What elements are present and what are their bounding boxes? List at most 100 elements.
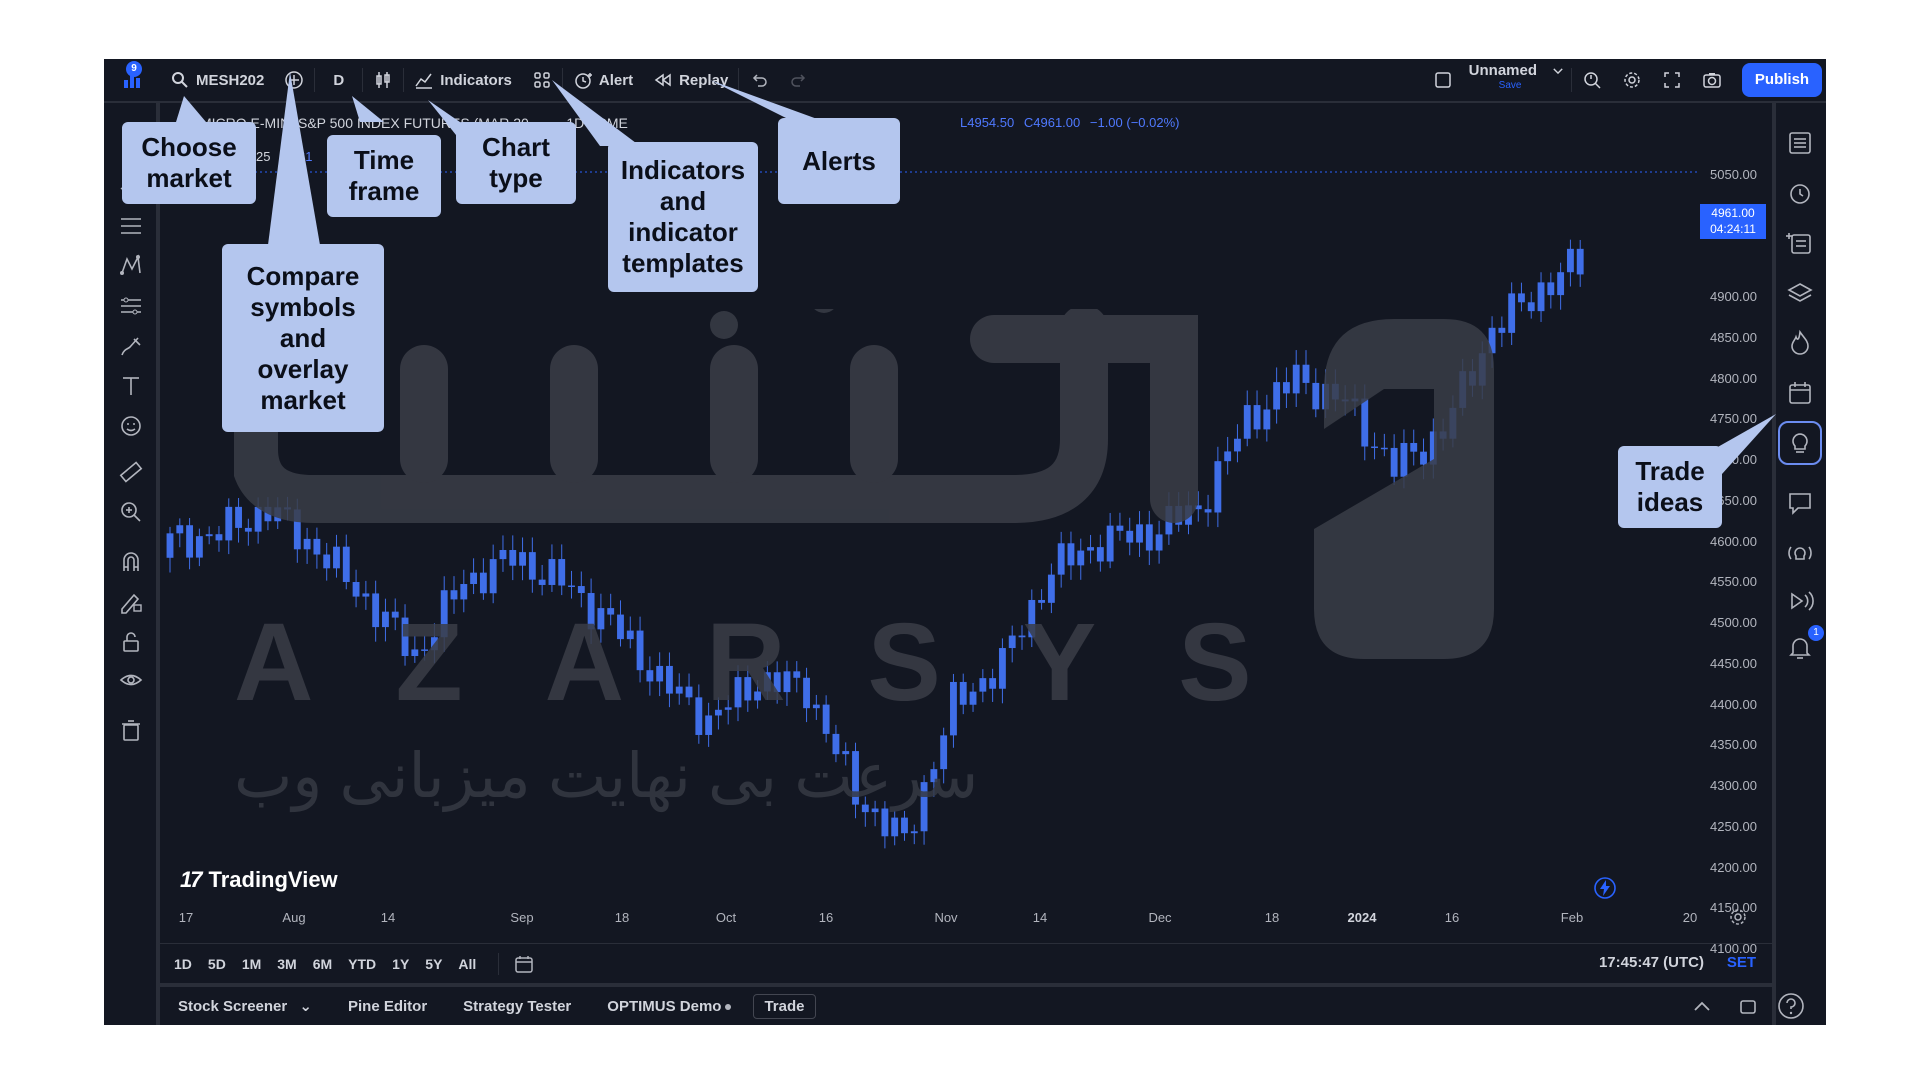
range-3m[interactable]: 3M (269, 956, 304, 972)
layout-checkbox[interactable] (1423, 59, 1463, 101)
settings-button[interactable] (1612, 59, 1652, 101)
range-5y[interactable]: 5Y (417, 956, 450, 972)
ideas-button[interactable] (1778, 421, 1822, 465)
current-price-value: 4961.00 (1711, 206, 1755, 220)
tab-optimus-demo[interactable]: OPTIMUS Demo (589, 998, 749, 1015)
fib-retracement-tool[interactable] (118, 213, 144, 239)
indicators-button[interactable]: Indicators (404, 59, 522, 101)
time-tick-label: 14 (1032, 910, 1048, 925)
forecasting-tool[interactable] (118, 293, 144, 319)
candle-body (1253, 405, 1261, 430)
pattern-tool[interactable] (118, 253, 144, 279)
snapshot-button[interactable] (1692, 59, 1732, 101)
hide-drawings-tool[interactable] (118, 667, 144, 693)
range-6m[interactable]: 6M (305, 956, 340, 972)
lightning-icon[interactable] (1592, 875, 1618, 901)
candle-body (519, 552, 526, 566)
callout-text: Alerts (802, 145, 876, 176)
fullscreen-button[interactable] (1652, 59, 1692, 101)
date-range-bar: 1D 5D 1M 3M 6M YTD 1Y 5Y All 17:45:47 (UTC) SET (160, 943, 1772, 984)
layout-name-button[interactable]: Unnamed Save (1463, 59, 1571, 101)
notifications-button[interactable]: 1 (1786, 625, 1824, 661)
alert-button[interactable]: Alert (563, 59, 643, 101)
lock-drawings-tool[interactable] (118, 629, 144, 655)
tradingview-logo[interactable]: 17 TradingView (180, 867, 338, 893)
icon-tool[interactable] (118, 413, 144, 439)
chats-button[interactable] (1786, 489, 1814, 517)
calendar-button[interactable] (1786, 379, 1814, 407)
candle-body (1322, 383, 1330, 410)
main-menu-button[interactable]: 9 (104, 59, 160, 101)
price-chart-canvas[interactable] (160, 103, 1772, 943)
candle-body (1273, 382, 1281, 410)
layers-button[interactable] (1786, 279, 1814, 307)
indicator-templates-button[interactable] (522, 59, 562, 101)
publish-button[interactable]: Publish (1742, 63, 1822, 97)
remove-drawings-tool[interactable] (118, 717, 144, 743)
interval-button[interactable]: D (315, 59, 362, 101)
hotlists-button[interactable] (1786, 329, 1814, 357)
callout-chart-type: Chart type (456, 122, 576, 204)
price-tick-label: 4450.00 (1710, 655, 1757, 671)
alerts-panel-button[interactable] (1786, 179, 1814, 207)
candle-body (1508, 293, 1516, 333)
callout-text: Chart type (482, 132, 550, 193)
tab-strategy-tester[interactable]: Strategy Tester (445, 998, 589, 1015)
candle-body (235, 506, 242, 528)
lightbulb-broadcast-icon (1786, 546, 1814, 571)
stay-in-drawing-mode-tool[interactable] (118, 589, 144, 615)
candle-body (1537, 282, 1545, 312)
candle-body (1331, 383, 1339, 400)
collapse-panel-button[interactable] (1690, 995, 1714, 1023)
tab-stock-screener[interactable]: Stock Screener ⌄ (160, 997, 330, 1015)
range-1m[interactable]: 1M (234, 956, 269, 972)
tab-trade[interactable]: Trade (753, 993, 816, 1019)
time-tick-label: 20 (1682, 910, 1698, 925)
symbol-label: MESH202 (196, 71, 265, 89)
chart-type-button[interactable] (363, 59, 403, 101)
candle-body (538, 579, 546, 585)
smiley-icon (118, 416, 144, 443)
watchlist-button[interactable] (1786, 129, 1814, 157)
go-to-date-button[interactable] (498, 953, 543, 975)
signals-button[interactable] (1786, 587, 1814, 615)
range-5d[interactable]: 5D (200, 956, 234, 972)
callout-text: Time frame (348, 145, 420, 206)
axis-settings-gear-icon[interactable] (1728, 907, 1748, 927)
undo-button[interactable] (739, 59, 779, 101)
measure-tool[interactable] (118, 459, 144, 485)
fullscreen-icon (1662, 70, 1682, 90)
price-tick-label: 4300.00 (1710, 778, 1757, 794)
utc-clock[interactable]: 17:45:47 (UTC) (1599, 954, 1704, 971)
symbol-search-button[interactable]: MESH202 (160, 59, 274, 101)
candle-body (910, 831, 918, 834)
candle-body (460, 584, 468, 600)
redo-button[interactable] (779, 59, 819, 101)
help-button[interactable] (1776, 991, 1806, 1021)
chart-pane[interactable]: MICRO E-MINI S&P 500 INDEX FUTURES (MAR … (160, 103, 1772, 1025)
maximize-panel-button[interactable] (1736, 995, 1760, 1023)
text-tool[interactable] (118, 373, 144, 399)
fib-lines-icon (118, 218, 144, 243)
range-all[interactable]: All (450, 956, 484, 972)
brush-tool[interactable] (118, 333, 144, 359)
streams-button[interactable] (1786, 539, 1814, 567)
callout-text: Trade ideas (1635, 456, 1705, 517)
object-tree-button[interactable] (1786, 229, 1814, 257)
range-1y[interactable]: 1Y (384, 956, 417, 972)
compare-symbol-button[interactable] (274, 59, 314, 101)
range-1d[interactable]: 1D (166, 956, 200, 972)
candle-body (1371, 446, 1378, 449)
candle-body (548, 559, 556, 585)
session-button[interactable]: SET (1727, 954, 1756, 971)
ohlc-close: C4961.00 (1023, 115, 1081, 130)
range-ytd[interactable]: YTD (340, 956, 384, 972)
magnet-tool[interactable] (118, 549, 144, 575)
candle-body (1469, 371, 1476, 386)
candle-body (1312, 382, 1320, 410)
replay-button[interactable]: Replay (643, 59, 738, 101)
quick-search-button[interactable] (1572, 59, 1612, 101)
zoom-tool[interactable] (118, 499, 144, 525)
candle-body (1234, 438, 1241, 452)
tab-pine-editor[interactable]: Pine Editor (330, 998, 445, 1015)
